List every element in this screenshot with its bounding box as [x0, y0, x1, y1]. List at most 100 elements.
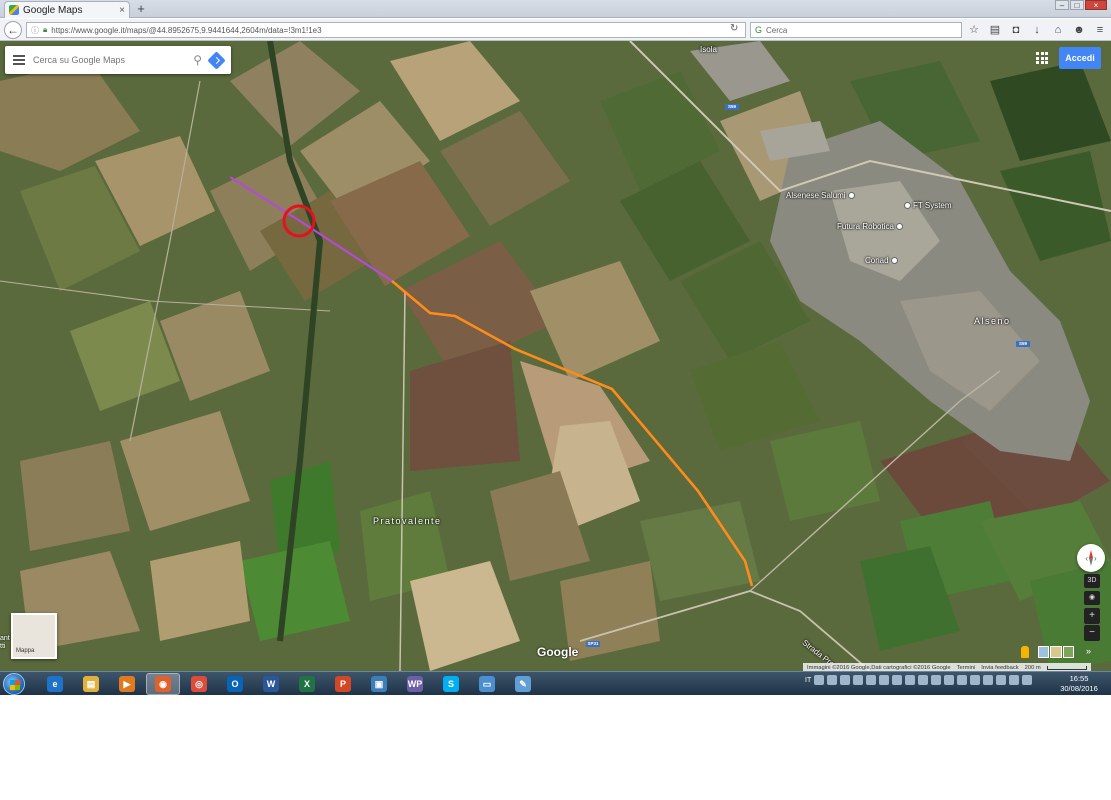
tray-icon[interactable] — [866, 675, 877, 685]
maps-menu-icon[interactable] — [13, 55, 25, 65]
taskbar-app-internet-explorer[interactable]: e — [38, 673, 72, 695]
taskbar-app-paint[interactable]: ✎ — [506, 673, 540, 695]
explorer-icon: ▤ — [83, 676, 99, 692]
road-shield: S59 — [1016, 341, 1030, 347]
address-bar[interactable]: ⓘ 🔒︎ https://www.google.it/maps/@44.8952… — [26, 22, 746, 38]
internet-explorer-icon: e — [47, 676, 63, 692]
close-window-button[interactable]: × — [1085, 0, 1107, 10]
back-button[interactable]: ← — [4, 21, 22, 39]
taskbar-app-excel[interactable]: X — [290, 673, 324, 695]
tray-icon[interactable] — [879, 675, 890, 685]
taskbar-app-word[interactable]: W — [254, 673, 288, 695]
pegman-street-view-icon[interactable] — [1021, 646, 1029, 658]
reload-icon[interactable]: ↻ — [730, 23, 738, 34]
tray-icon[interactable] — [970, 675, 981, 685]
search-engine-icon[interactable]: G — [755, 25, 762, 35]
road-shield: S59 — [725, 104, 739, 110]
search-icon[interactable]: ⚲ — [193, 53, 202, 67]
feedback-link[interactable]: Invia feedback — [981, 665, 1018, 671]
url-text[interactable]: https://www.google.it/maps/@44.8952675,9… — [51, 26, 321, 35]
my-location-button[interactable]: ◉ — [1084, 591, 1100, 605]
poi-futura-robotica[interactable]: Futura Robotica — [837, 222, 903, 231]
new-tab-button[interactable]: + — [134, 1, 148, 17]
tray-icon[interactable] — [918, 675, 929, 685]
taskbar-app-media-player[interactable]: ▶ — [110, 673, 144, 695]
compass-control[interactable]: ‹ › — [1077, 544, 1105, 572]
taskbar-app-outlook[interactable]: O — [218, 673, 252, 695]
download-icon[interactable]: ↓ — [1029, 22, 1045, 38]
map-type-toggle[interactable]: Mappa — [11, 613, 57, 659]
place-label-isola[interactable]: Isola — [700, 45, 717, 54]
poi-conad[interactable]: Conad — [865, 256, 898, 265]
sign-in-button[interactable]: Accedi — [1059, 47, 1101, 69]
browser-search-box[interactable]: G Cerca — [750, 22, 962, 38]
place-label-pratovalente[interactable]: Pratovalente — [373, 516, 442, 526]
taskbar-app-remote-desktop[interactable]: ▣ — [362, 673, 396, 695]
browser-search-placeholder[interactable]: Cerca — [766, 26, 787, 35]
start-button[interactable] — [3, 673, 25, 695]
tray-icon[interactable] — [905, 675, 916, 685]
rotate-right-icon[interactable]: › — [1094, 554, 1097, 563]
zoom-out-button[interactable]: − — [1084, 625, 1100, 641]
bookmark-star-icon[interactable]: ☆ — [966, 22, 982, 38]
tray-icon[interactable] — [944, 675, 955, 685]
maps-search-box[interactable]: ⚲ — [5, 46, 231, 74]
map-footer: Immagini ©2016 Google,Dati cartografici … — [803, 663, 1091, 671]
orange-route-line — [391, 280, 754, 587]
language-indicator[interactable]: IT — [805, 677, 811, 684]
reading-list-icon[interactable]: ▤ — [987, 22, 1003, 38]
tray-icon[interactable] — [983, 675, 994, 685]
tray-icon[interactable] — [840, 675, 851, 685]
imagery-thumbnails[interactable] — [1038, 646, 1074, 658]
poi-alsenese-salumi[interactable]: Alsenese Salumi — [786, 191, 855, 200]
directions-icon[interactable] — [207, 50, 226, 70]
menu-hamburger-icon[interactable]: ≡ — [1092, 22, 1108, 38]
poi-ft-system[interactable]: FT System — [904, 201, 952, 210]
poi-marker-icon — [895, 223, 903, 230]
tray-icon[interactable] — [1009, 675, 1020, 685]
info-icon[interactable]: ⓘ — [31, 25, 39, 36]
powerpoint-icon: P — [335, 676, 351, 692]
back-arrow-icon: ← — [7, 23, 19, 37]
road-shield: SP31 — [586, 641, 600, 647]
system-clock[interactable]: 16:55 30/08/2016 — [1054, 674, 1104, 694]
taskbar-app-wordpad[interactable]: WP — [398, 673, 432, 695]
zoom-in-button[interactable]: + — [1084, 608, 1100, 624]
taskbar-app-explorer[interactable]: ▤ — [74, 673, 108, 695]
scale-label[interactable]: 200 m — [1025, 665, 1041, 671]
taskbar-app-firefox[interactable]: ◉ — [146, 673, 180, 695]
satellite-map[interactable]: ⚲ Accedi Isola S59 S59 SP31 Alsenese Sal… — [0, 41, 1111, 671]
terms-link[interactable]: Termini — [957, 665, 976, 671]
google-apps-icon[interactable] — [1036, 52, 1048, 64]
taskbar-app-chrome[interactable]: ◎ — [182, 673, 216, 695]
tray-icon[interactable] — [996, 675, 1007, 685]
clock-date: 30/08/2016 — [1060, 684, 1098, 693]
paint-icon: ✎ — [515, 676, 531, 692]
chat-icon[interactable]: ☻ — [1071, 22, 1087, 38]
tray-icon[interactable] — [853, 675, 864, 685]
taskbar-app-skype[interactable]: S — [434, 673, 468, 695]
tab-close-icon[interactable]: × — [119, 5, 125, 16]
outlook-icon: O — [227, 676, 243, 692]
expand-collapse-icon[interactable]: » — [1086, 646, 1091, 656]
media-player-icon: ▶ — [119, 676, 135, 692]
rotate-left-icon[interactable]: ‹ — [1085, 554, 1088, 563]
tray-icon[interactable] — [814, 675, 825, 685]
tray-icon[interactable] — [957, 675, 968, 685]
taskbar-app-powerpoint[interactable]: P — [326, 673, 360, 695]
tray-icon[interactable] — [1022, 675, 1033, 685]
3d-button[interactable]: 3D — [1084, 574, 1100, 588]
place-label-alseno[interactable]: Alseno — [974, 316, 1011, 326]
scale-bar — [1046, 665, 1087, 670]
screenshot: Google Maps × + – □ × ← ⓘ 🔒︎ https://www… — [0, 0, 1111, 695]
pocket-icon[interactable]: ◘ — [1008, 22, 1024, 38]
minimize-button[interactable]: – — [1055, 0, 1069, 10]
taskbar-app-picture-viewer[interactable]: ▭ — [470, 673, 504, 695]
tab-google-maps[interactable]: Google Maps × — [4, 1, 130, 18]
tray-icon[interactable] — [892, 675, 903, 685]
home-icon[interactable]: ⌂ — [1050, 22, 1066, 38]
maps-search-input[interactable] — [33, 55, 186, 65]
tray-icon[interactable] — [827, 675, 838, 685]
maximize-button[interactable]: □ — [1070, 0, 1084, 10]
tray-icon[interactable] — [931, 675, 942, 685]
